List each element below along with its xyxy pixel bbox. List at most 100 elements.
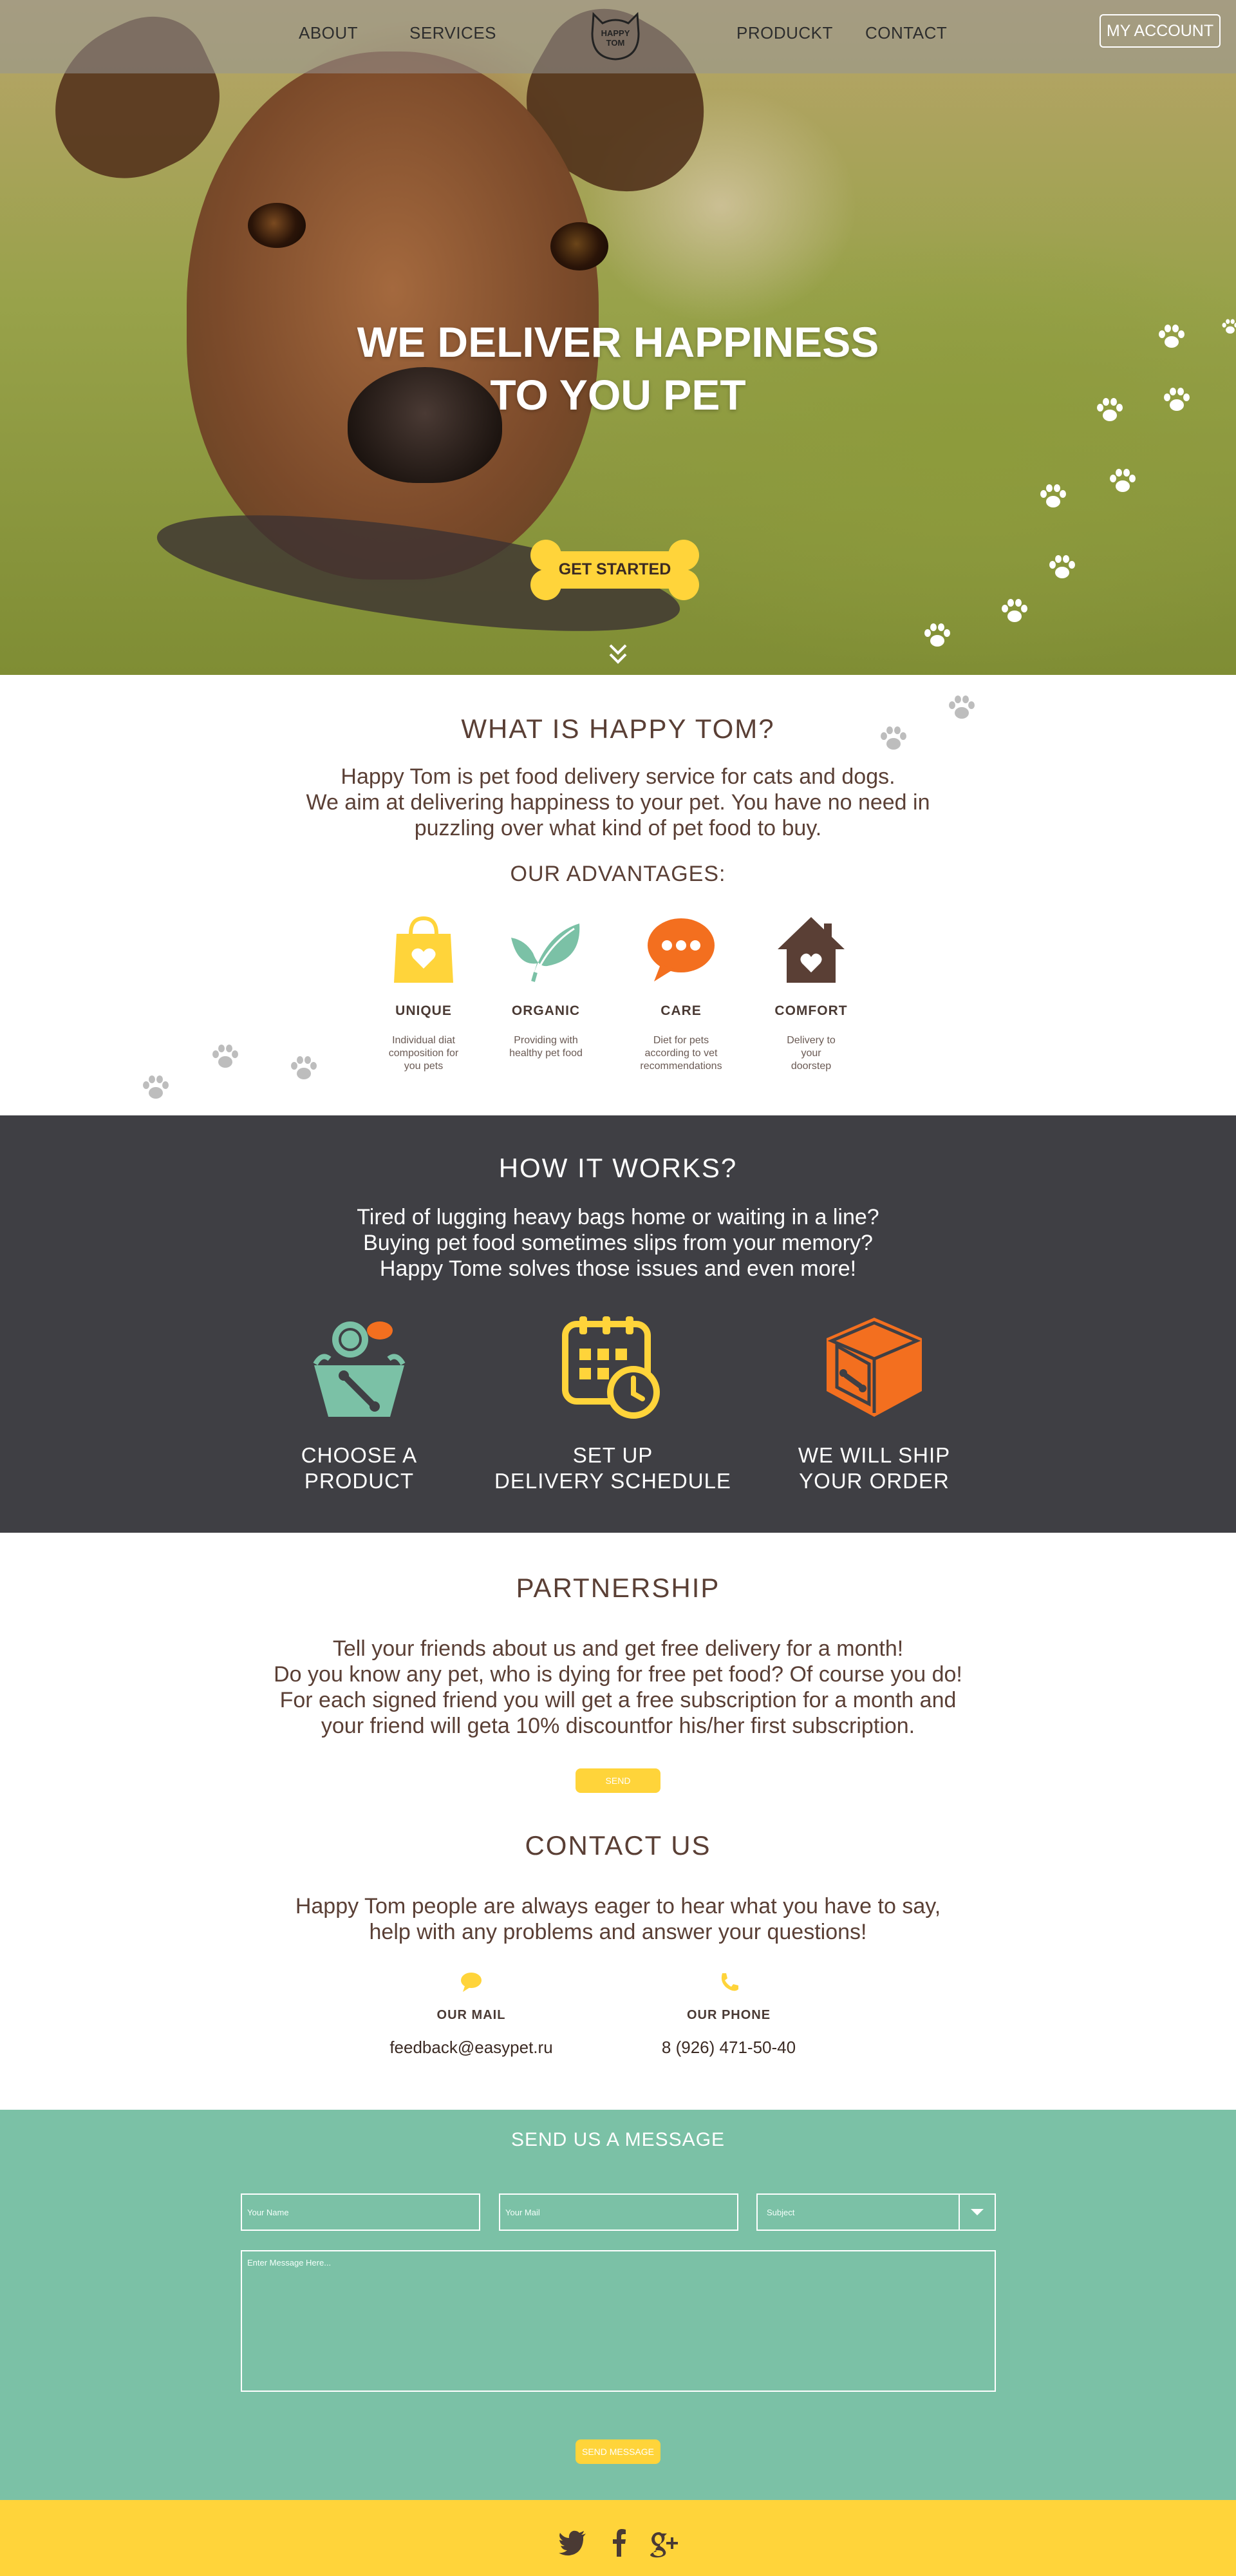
contact-phone: OUR PHONE 8 (926) 471-50-40 (613, 1971, 845, 2067)
hero-headline: WE DELIVER HAPPINESS TO YOU PET (0, 316, 1236, 421)
form-title: SEND US A MESSAGE (510, 2129, 726, 2150)
calendar-clock-icon (562, 1316, 660, 1419)
advantage-desc-line: you pets (404, 1061, 444, 1072)
select-arrow[interactable] (959, 2195, 995, 2230)
contact-title: CONTACT US (525, 1830, 711, 1861)
shipping-box-icon (827, 1318, 922, 1417)
paw-print-icon (1049, 555, 1075, 578)
advantage-desc-line: healthy pet food (509, 1048, 583, 1059)
contact-mail: OUR MAIL feedback@easypet.ru (355, 1971, 587, 2067)
nav-contact-link[interactable]: CONTACT (865, 23, 947, 43)
advantage-desc-line: recommendations (640, 1061, 722, 1072)
advantage-desc-line: doorstep (791, 1061, 832, 1072)
contact-line-2: help with any problems and answer your q… (369, 1920, 867, 1944)
paw-print-icon (212, 1045, 238, 1068)
partnership-line-2: Do you know any pet, who is dying for fr… (274, 1662, 962, 1687)
paw-print-icon (143, 1075, 169, 1099)
hero-headline-line-1: WE DELIVER HAPPINESS (357, 318, 879, 366)
subject-select-value: Subject (767, 2208, 795, 2217)
how-step-label-line: YOUR ORDER (799, 1469, 950, 1493)
advantage-title: COMFORT (774, 1003, 848, 1018)
happy-tom-logo[interactable]: HAPPY TOM (587, 8, 644, 62)
get-started-button[interactable]: GET STARTED (529, 538, 700, 601)
partnership-line-3: For each signed friend you will get a fr… (279, 1688, 957, 1712)
how-step-label-line: WE WILL SHIP (798, 1443, 951, 1467)
shopping-bag-heart-icon (394, 916, 453, 983)
logo-line-2: TOM (606, 38, 625, 48)
google-plus-icon[interactable] (648, 2527, 682, 2558)
hero-section: ABOUT SERVICES HAPPY TOM PRODUCKT CONTACT… (0, 0, 1236, 675)
how-step-choose-product: CHOOSE A PRODUCT (230, 1314, 488, 1526)
leaf-icon (511, 923, 580, 982)
facebook-icon[interactable] (612, 2527, 627, 2558)
how-step-label-line: SET UP (572, 1443, 653, 1467)
how-step-label: SET UP DELIVERY SCHEDULE (484, 1443, 742, 1494)
paw-print-icon (924, 623, 950, 647)
my-account-button[interactable]: MY ACCOUNT (1100, 14, 1221, 48)
chevron-down-icon (971, 2209, 984, 2215)
about-line-1: Happy Tom is pet food delivery service f… (341, 764, 895, 789)
nav-services-link[interactable]: SERVICES (409, 23, 496, 43)
partnership-title: PARTNERSHIP (516, 1573, 720, 1603)
get-started-label: GET STARTED (558, 560, 671, 578)
paw-print-icon (1002, 599, 1027, 622)
logo-line-1: HAPPY (601, 28, 630, 38)
about-title: WHAT IS HAPPY TOM? (461, 714, 775, 744)
house-heart-icon (778, 917, 845, 983)
advantage-title: UNIQUE (395, 1003, 452, 1018)
about-line-3: puzzling over what kind of pet food to b… (414, 816, 822, 840)
send-message-button[interactable]: SEND MESSAGE (576, 2439, 660, 2464)
advantages-title: OUR ADVANTAGES: (510, 862, 726, 886)
contact-mail-label: OUR MAIL (436, 2008, 506, 2022)
how-line-1: Tired of lugging heavy bags home or wait… (357, 1205, 879, 1229)
food-basket-icon (313, 1321, 406, 1417)
paw-print-icon (291, 1056, 317, 1079)
advantage-title: CARE (660, 1003, 702, 1018)
contact-line-1: Happy Tom people are always eager to hea… (295, 1894, 941, 1918)
how-step-label-line: CHOOSE A (301, 1443, 418, 1467)
advantage-desc-line: your (801, 1048, 821, 1059)
advantage-desc-line: Providing with (514, 1035, 578, 1046)
advantage-desc-line: composition for (388, 1048, 459, 1059)
advantage-desc: Individual diat composition for you pets (359, 1034, 488, 1073)
double-chevron-down-icon[interactable] (605, 641, 631, 667)
chat-bubble-icon (461, 1973, 482, 1992)
partnership-line-4: your friend will geta 10% discountfor hi… (321, 1714, 915, 1738)
subject-select[interactable]: Subject (756, 2193, 996, 2231)
partnership-send-button[interactable]: SEND (576, 1768, 660, 1793)
nav-about-link[interactable]: ABOUT (299, 23, 358, 43)
how-line-2: Buying pet food sometimes slips from you… (363, 1231, 873, 1255)
contact-phone-label: OUR PHONE (686, 2008, 771, 2022)
advantage-desc-line: Delivery to (787, 1035, 836, 1046)
hero-dog-eye (248, 203, 306, 248)
advantage-desc: Delivery to your doorstep (747, 1034, 876, 1073)
mail-input[interactable] (499, 2193, 738, 2231)
how-line-3: Happy Tome solves those issues and even … (379, 1256, 857, 1281)
how-step-ship-order: WE WILL SHIP YOUR ORDER (745, 1314, 1003, 1526)
advantage-title: ORGANIC (511, 1003, 581, 1018)
contact-mail-value[interactable]: feedback@easypet.ru (355, 2038, 587, 2058)
how-step-label-line: DELIVERY SCHEDULE (494, 1469, 731, 1493)
message-textarea[interactable] (241, 2250, 996, 2392)
advantage-desc: Providing with healthy pet food (482, 1034, 610, 1060)
twitter-icon[interactable] (557, 2527, 588, 2558)
how-step-delivery-schedule: SET UP DELIVERY SCHEDULE (484, 1314, 742, 1526)
paw-print-icon (881, 726, 906, 750)
partnership-line-1: Tell your friends about us and get free … (332, 1636, 904, 1661)
how-step-label-line: PRODUCT (304, 1469, 415, 1493)
paw-print-icon (949, 696, 975, 719)
phone-icon (721, 1973, 738, 1991)
nav-product-link[interactable]: PRODUCKT (736, 23, 833, 43)
advantage-desc-line: according to vet (644, 1048, 718, 1059)
how-step-label: WE WILL SHIP YOUR ORDER (745, 1443, 1003, 1494)
paw-print-icon (1040, 484, 1066, 507)
contact-phone-value[interactable]: 8 (926) 471-50-40 (613, 2038, 845, 2058)
advantage-desc: Diet for pets according to vet recommend… (617, 1034, 745, 1073)
about-line-2: We aim at delivering happiness to your p… (306, 790, 930, 815)
hero-headline-line-2: TO YOU PET (490, 371, 746, 419)
advantage-desc-line: Individual diat (392, 1035, 455, 1046)
name-input[interactable] (241, 2193, 480, 2231)
chat-bubble-icon (648, 918, 715, 981)
advantage-desc-line: Diet for pets (653, 1035, 709, 1046)
logo-text: HAPPY TOM (587, 28, 644, 48)
